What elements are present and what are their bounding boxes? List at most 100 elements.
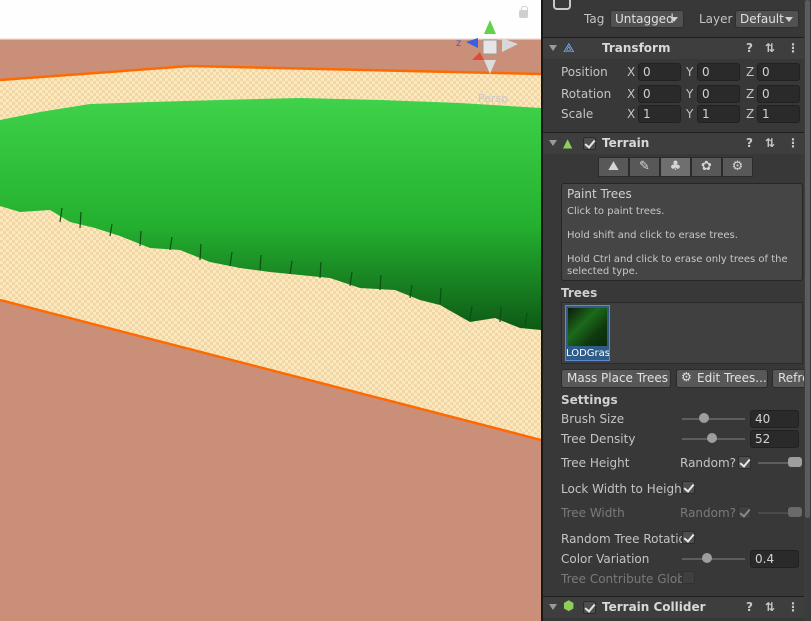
lock-width-checkbox[interactable]: [682, 481, 695, 494]
more-options-icon[interactable]: ⋮: [787, 41, 799, 55]
rotation-x-label[interactable]: X: [627, 87, 635, 101]
rotation-y-label[interactable]: Y: [686, 87, 693, 101]
more-options-icon[interactable]: ⋮: [787, 600, 799, 614]
foldout-arrow-icon[interactable]: [549, 604, 557, 610]
transform-title: Transform: [602, 41, 671, 55]
tree-prototype-list[interactable]: LODGrass: [561, 302, 803, 364]
rotation-z-field[interactable]: 0: [757, 85, 800, 103]
rotation-label: Rotation: [561, 87, 612, 101]
helpbox-line-1: Click to paint trees.: [567, 206, 665, 217]
object-header: Tag Untagged Layer Default: [543, 0, 811, 34]
foldout-arrow-icon[interactable]: [549, 45, 557, 51]
paint-brush-tool-icon[interactable]: ✎: [629, 157, 660, 177]
lock-width-label: Lock Width to Height: [561, 482, 687, 496]
terrain-title: Terrain: [602, 136, 650, 150]
paint-trees-helpbox: Paint Trees Click to paint trees. Hold s…: [561, 183, 803, 281]
tree-height-range-handle[interactable]: [788, 457, 802, 467]
color-variation-field[interactable]: 0.4: [750, 550, 799, 568]
inspector-panel: Tag Untagged Layer Default ⟁ Transform ?…: [543, 0, 811, 621]
more-options-icon[interactable]: ⋮: [787, 136, 799, 150]
scale-label: Scale: [561, 107, 594, 121]
tree-height-random-checkbox[interactable]: [738, 456, 751, 469]
position-x-field[interactable]: 0: [638, 63, 681, 81]
tree-height-random-label: Random?: [680, 456, 737, 470]
trees-section-label: Trees: [561, 286, 598, 300]
scale-z-label[interactable]: Z: [746, 107, 754, 121]
projection-label[interactable]: Persp: [478, 92, 508, 105]
tree-density-label: Tree Density: [561, 432, 636, 446]
color-variation-label: Color Variation: [561, 552, 650, 566]
position-z-label[interactable]: Z: [746, 65, 754, 79]
position-y-label[interactable]: Y: [686, 65, 693, 79]
layer-value: Default: [740, 12, 784, 26]
rotation-x-field[interactable]: 0: [638, 85, 681, 103]
tree-thumbnail: [568, 308, 607, 346]
tree-height-label: Tree Height: [561, 456, 630, 470]
tag-label: Tag: [584, 12, 605, 26]
color-variation-slider-track[interactable]: [682, 558, 745, 560]
brush-size-slider-track[interactable]: [682, 418, 745, 420]
brush-size-field[interactable]: 40: [750, 410, 799, 428]
position-label: Position: [561, 65, 608, 79]
tag-dropdown[interactable]: Untagged: [610, 10, 684, 28]
tree-prototype-name: LODGrass: [566, 348, 609, 359]
edit-trees-button[interactable]: ⚙ Edit Trees...: [676, 369, 768, 388]
scene-canvas[interactable]: [0, 0, 541, 621]
orientation-gizmo[interactable]: z: [452, 16, 524, 78]
settings-section-label: Settings: [561, 393, 618, 407]
helpbox-heading: Paint Trees: [567, 187, 632, 201]
scale-x-label[interactable]: X: [627, 107, 635, 121]
layer-label: Layer: [699, 12, 733, 26]
tree-width-random-checkbox: [738, 506, 751, 519]
contribute-gi-checkbox: [682, 571, 695, 584]
terrain-collider-enabled-checkbox[interactable]: [583, 601, 596, 614]
presets-icon[interactable]: ⇅: [765, 41, 775, 55]
transform-header[interactable]: ⟁ Transform ? ⇅ ⋮: [543, 37, 811, 59]
presets-icon[interactable]: ⇅: [765, 136, 775, 150]
helpbox-line-2: Hold shift and click to erase trees.: [567, 230, 738, 241]
terrain-settings-tool-icon[interactable]: ⚙: [722, 157, 753, 177]
tree-prototype-item[interactable]: LODGrass: [565, 305, 610, 361]
help-icon[interactable]: ?: [746, 600, 753, 614]
scene-view[interactable]: z Persp: [0, 0, 541, 621]
terrain-collider-title: Terrain Collider: [602, 600, 706, 614]
terrain-icon: ▲: [563, 136, 573, 150]
edit-trees-label: Edit Trees...: [697, 371, 767, 385]
svg-text:z: z: [456, 38, 461, 49]
gear-icon: ⚙: [681, 370, 692, 384]
tree-density-field[interactable]: 52: [750, 430, 799, 448]
raise-terrain-tool-icon[interactable]: ⛰: [598, 157, 629, 177]
rotation-y-field[interactable]: 0: [697, 85, 740, 103]
scale-y-field[interactable]: 1: [697, 105, 740, 123]
scale-x-field[interactable]: 1: [638, 105, 681, 123]
scrollbar-thumb[interactable]: [805, 0, 810, 518]
rotation-z-label[interactable]: Z: [746, 87, 754, 101]
paint-trees-tool-icon[interactable]: ♣: [660, 157, 691, 177]
color-variation-slider-knob[interactable]: [702, 553, 713, 563]
mass-place-trees-button[interactable]: Mass Place Trees: [561, 369, 671, 388]
terrain-enabled-checkbox[interactable]: [583, 137, 596, 150]
brush-size-slider-knob[interactable]: [699, 413, 710, 423]
gameobject-icon: [553, 0, 571, 10]
lock-icon[interactable]: [519, 6, 528, 18]
scale-z-field[interactable]: 1: [757, 105, 800, 123]
paint-details-tool-icon[interactable]: ✿: [691, 157, 722, 177]
help-icon[interactable]: ?: [746, 41, 753, 55]
tag-value: Untagged: [615, 12, 674, 26]
brush-size-label: Brush Size: [561, 412, 625, 426]
position-x-label[interactable]: X: [627, 65, 635, 79]
position-z-field[interactable]: 0: [757, 63, 800, 81]
terrain-header[interactable]: ▲ Terrain ? ⇅ ⋮: [543, 132, 811, 154]
tree-density-slider-knob[interactable]: [706, 433, 717, 443]
foldout-arrow-icon[interactable]: [549, 140, 557, 146]
helpbox-line-3: Hold Ctrl and click to erase only trees …: [567, 254, 788, 277]
position-y-field[interactable]: 0: [697, 63, 740, 81]
scale-y-label[interactable]: Y: [686, 107, 693, 121]
presets-icon[interactable]: ⇅: [765, 600, 775, 614]
terrain-collider-header[interactable]: ⬢ Terrain Collider ? ⇅ ⋮: [543, 596, 811, 618]
random-rotation-checkbox[interactable]: [682, 531, 695, 544]
contribute-gi-label: Tree Contribute Globa: [561, 572, 693, 586]
help-icon[interactable]: ?: [746, 136, 753, 150]
inspector-scrollbar[interactable]: [804, 0, 811, 621]
layer-dropdown[interactable]: Default: [735, 10, 799, 28]
